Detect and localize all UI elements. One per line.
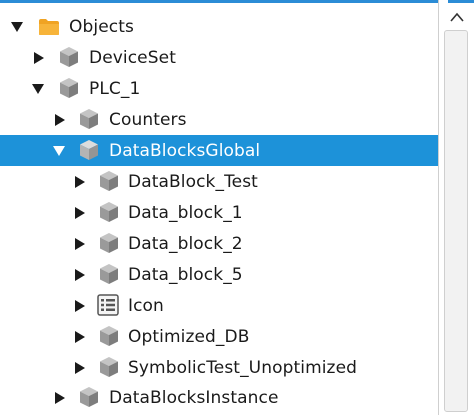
tree-item-datablock-test[interactable]: DataBlock_Test — [0, 166, 438, 197]
tree-item-counters[interactable]: Counters — [0, 104, 438, 135]
tree-item-label: DataBlock_Test — [128, 171, 258, 192]
object-browser-window: Objects DeviceSet PLC_1 Counters DataBlo… — [0, 0, 474, 415]
tree-item-label: Data_block_1 — [128, 202, 243, 223]
tree-item-label: SymbolicTest_Unoptimized — [128, 357, 358, 378]
tree-item-deviceset[interactable]: DeviceSet — [0, 42, 438, 73]
collapse-arrow-icon[interactable] — [73, 361, 87, 375]
expand-arrow-icon[interactable] — [52, 144, 66, 158]
cube-icon — [98, 356, 120, 378]
cube-icon — [78, 108, 100, 130]
tree-item-datablocksglobal[interactable]: DataBlocksGlobal — [0, 135, 438, 166]
collapse-arrow-icon[interactable] — [53, 391, 67, 405]
tree-item-label: DataBlocksGlobal — [109, 140, 261, 161]
tree-item-data-block-1[interactable]: Data_block_1 — [0, 197, 438, 228]
cube-icon — [78, 386, 100, 408]
collapse-arrow-icon[interactable] — [73, 237, 87, 251]
tree-item-label: Icon — [128, 295, 164, 316]
chevron-up-icon[interactable] — [439, 3, 474, 31]
cube-icon — [98, 325, 120, 347]
cube-icon — [98, 170, 120, 192]
cube-icon — [78, 139, 100, 161]
collapse-arrow-icon[interactable] — [73, 299, 87, 313]
tree-item-objects[interactable]: Objects — [0, 11, 438, 42]
collapse-arrow-icon[interactable] — [53, 113, 67, 127]
folder-icon — [38, 16, 60, 38]
tree-item-label: Data_block_5 — [128, 264, 243, 285]
tree-item-symbolictest-unoptimized[interactable]: SymbolicTest_Unoptimized — [0, 352, 438, 383]
cube-icon — [98, 232, 120, 254]
scrollbar-thumb[interactable] — [444, 30, 468, 412]
focus-border — [0, 0, 438, 3]
cube-icon — [58, 77, 80, 99]
vertical-scrollbar[interactable] — [438, 0, 474, 415]
tree-item-label: Optimized_DB — [128, 326, 250, 347]
cube-icon — [98, 201, 120, 223]
collapse-arrow-icon[interactable] — [73, 206, 87, 220]
tree-item-label: Objects — [69, 16, 134, 37]
tree-item-label: Data_block_2 — [128, 233, 243, 254]
tree-item-datablocksinstance[interactable]: DataBlocksInstance — [0, 382, 438, 413]
tree-item-plc-1[interactable]: PLC_1 — [0, 73, 438, 104]
collapse-arrow-icon[interactable] — [32, 51, 46, 65]
tree-item-label: DataBlocksInstance — [109, 387, 279, 408]
tree-item-icon[interactable]: Icon — [0, 290, 438, 321]
expand-arrow-icon[interactable] — [10, 20, 24, 34]
collapse-arrow-icon[interactable] — [73, 268, 87, 282]
expand-arrow-icon[interactable] — [31, 82, 45, 96]
collapse-arrow-icon[interactable] — [73, 330, 87, 344]
tree-item-label: DeviceSet — [89, 47, 176, 68]
collapse-arrow-icon[interactable] — [73, 175, 87, 189]
focus-border-scrollbar — [448, 0, 474, 3]
cube-icon — [58, 46, 80, 68]
list-icon — [97, 294, 119, 316]
object-tree: Objects DeviceSet PLC_1 Counters DataBlo… — [0, 0, 438, 415]
tree-item-data-block-2[interactable]: Data_block_2 — [0, 228, 438, 259]
tree-item-label: Counters — [109, 109, 187, 130]
tree-item-label: PLC_1 — [89, 78, 141, 99]
cube-icon — [98, 263, 120, 285]
tree-item-optimized-db[interactable]: Optimized_DB — [0, 321, 438, 352]
tree-item-data-block-5[interactable]: Data_block_5 — [0, 259, 438, 290]
